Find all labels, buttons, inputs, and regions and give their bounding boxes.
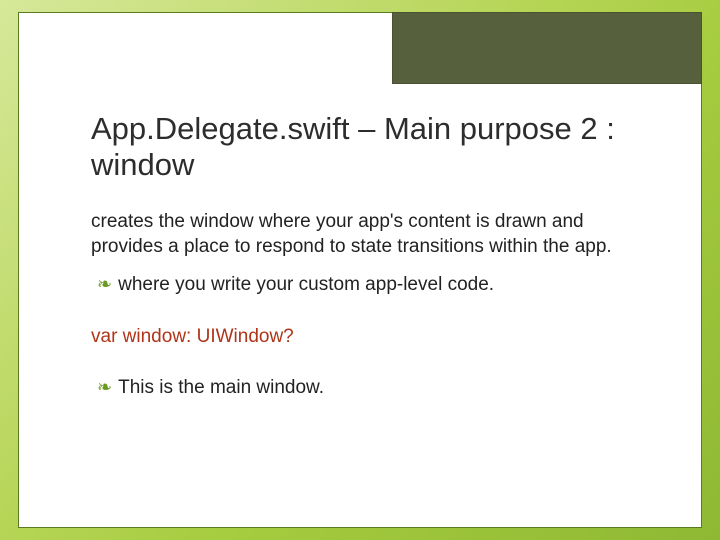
bullet-text: where you write your custom app-level co… (118, 273, 494, 298)
leaf-bullet-icon: ❧ (97, 376, 112, 399)
body-paragraph: creates the window where your app's cont… (91, 210, 641, 259)
slide-frame: App.Delegate.swift – Main purpose 2 : wi… (18, 12, 702, 528)
leaf-bullet-icon: ❧ (97, 273, 112, 296)
slide-content: App.Delegate.swift – Main purpose 2 : wi… (91, 111, 641, 412)
code-line: var window: UIWindow? (91, 326, 641, 348)
bullet-text: This is the main window. (118, 376, 324, 401)
bullet-item: ❧ This is the main window. (91, 376, 641, 401)
header-decoration-box (392, 12, 702, 84)
slide-title: App.Delegate.swift – Main purpose 2 : wi… (91, 111, 641, 182)
bullet-item: ❧ where you write your custom app-level … (91, 273, 641, 298)
